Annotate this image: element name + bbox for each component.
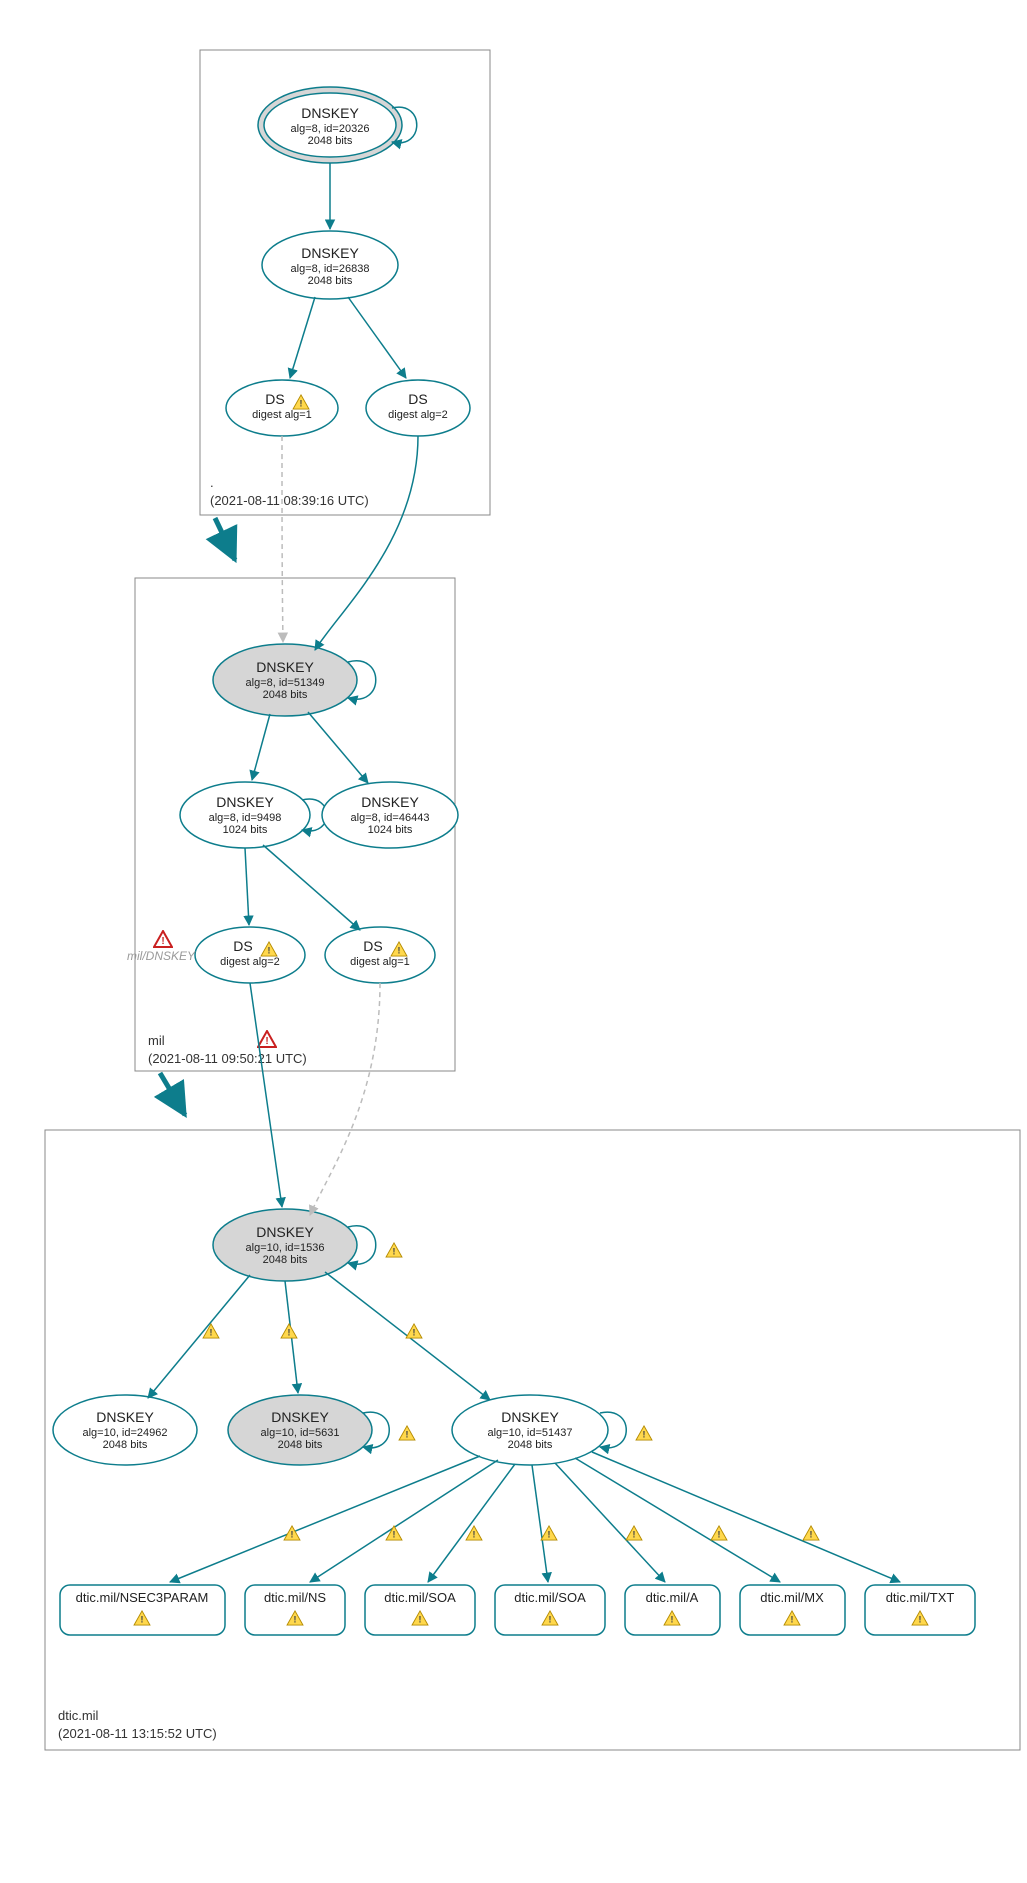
svg-text:2048 bits: 2048 bits	[308, 275, 353, 287]
mil-ksk-node: DNSKEY alg=8, id=51349 2048 bits	[213, 644, 357, 716]
dtic-k4-node: DNSKEY alg=10, id=51437 2048 bits	[452, 1395, 608, 1465]
zone-mil: mil (2021-08-11 09:50:21 UTC) DNSKEY alg…	[127, 436, 458, 1071]
svg-text:digest alg=2: digest alg=2	[388, 409, 448, 421]
svg-text:dtic.mil/SOA: dtic.mil/SOA	[514, 1590, 586, 1605]
zone-mil-time: (2021-08-11 09:50:21 UTC)	[148, 1051, 307, 1066]
zone-dtic-time: (2021-08-11 13:15:52 UTC)	[58, 1726, 217, 1741]
dtic-ksk-node: DNSKEY alg=10, id=1536 2048 bits	[213, 1209, 357, 1281]
warning-icon	[406, 1324, 422, 1338]
svg-text:DS: DS	[408, 391, 427, 407]
svg-text:alg=8, id=46443: alg=8, id=46443	[351, 812, 430, 824]
svg-text:alg=8, id=20326: alg=8, id=20326	[291, 123, 370, 135]
rr-a: dtic.mil/A	[625, 1585, 720, 1635]
svg-text:2048 bits: 2048 bits	[103, 1439, 148, 1451]
warning-icon	[636, 1426, 652, 1440]
svg-text:dtic.mil/MX: dtic.mil/MX	[760, 1590, 824, 1605]
rr-soa2: dtic.mil/SOA	[495, 1585, 605, 1635]
svg-text:2048 bits: 2048 bits	[508, 1439, 553, 1451]
zone-mil-label: mil	[148, 1033, 165, 1048]
warning-icon	[541, 1526, 557, 1540]
rr-soa1: dtic.mil/SOA	[365, 1585, 475, 1635]
svg-text:dtic.mil/SOA: dtic.mil/SOA	[384, 1590, 456, 1605]
root-zsk-node: DNSKEY alg=8, id=26838 2048 bits	[262, 231, 398, 299]
svg-text:2048 bits: 2048 bits	[263, 689, 308, 701]
svg-text:alg=10, id=51437: alg=10, id=51437	[487, 1427, 572, 1439]
svg-text:DNSKEY: DNSKEY	[216, 794, 274, 810]
mil-zsk1-node: DNSKEY alg=8, id=9498 1024 bits	[180, 782, 310, 848]
svg-text:digest alg=1: digest alg=1	[350, 956, 410, 968]
root-ds2-node: DS digest alg=2	[366, 380, 470, 436]
zone-root-time: (2021-08-11 08:39:16 UTC)	[210, 493, 369, 508]
rr-mx: dtic.mil/MX	[740, 1585, 845, 1635]
warning-icon	[626, 1526, 642, 1540]
svg-text:alg=8, id=9498: alg=8, id=9498	[209, 812, 282, 824]
svg-text:dtic.mil/A: dtic.mil/A	[646, 1590, 699, 1605]
dtic-k3-node: DNSKEY alg=10, id=5631 2048 bits	[228, 1395, 372, 1465]
svg-text:DS: DS	[265, 391, 284, 407]
svg-text:DNSKEY: DNSKEY	[96, 1409, 154, 1425]
warning-icon	[386, 1243, 402, 1257]
zone-root-label: .	[210, 475, 214, 490]
mil-ds1-node: DS digest alg=2	[195, 927, 305, 983]
root-ksk-node: DNSKEY alg=8, id=20326 2048 bits	[258, 87, 402, 163]
svg-text:digest alg=2: digest alg=2	[220, 956, 280, 968]
svg-text:alg=10, id=1536: alg=10, id=1536	[246, 1242, 325, 1254]
svg-text:DNSKEY: DNSKEY	[361, 794, 419, 810]
mil-dnskey-label: mil/DNSKEY	[127, 949, 196, 963]
dnssec-diagram: ! ! . (2021-08-11 08:39:16 UTC) DNSKEY a…	[20, 20, 1027, 1863]
warning-icon	[281, 1324, 297, 1338]
rr-ns: dtic.mil/NS	[245, 1585, 345, 1635]
svg-text:dtic.mil/TXT: dtic.mil/TXT	[886, 1590, 955, 1605]
svg-text:DNSKEY: DNSKEY	[256, 1224, 314, 1240]
mil-ds2-node: DS digest alg=1	[325, 927, 435, 983]
dtic-k2-node: DNSKEY alg=10, id=24962 2048 bits	[53, 1395, 197, 1465]
rr-nsec3param: dtic.mil/NSEC3PARAM	[60, 1585, 225, 1635]
svg-text:alg=10, id=24962: alg=10, id=24962	[82, 1427, 167, 1439]
svg-text:dtic.mil/NS: dtic.mil/NS	[264, 1590, 326, 1605]
warning-icon	[386, 1526, 402, 1540]
warning-icon	[399, 1426, 415, 1440]
error-icon	[258, 1031, 276, 1047]
svg-text:DNSKEY: DNSKEY	[271, 1409, 329, 1425]
svg-text:DNSKEY: DNSKEY	[501, 1409, 559, 1425]
zone-dtic-label: dtic.mil	[58, 1708, 99, 1723]
svg-text:DS: DS	[363, 938, 382, 954]
svg-text:2048 bits: 2048 bits	[308, 135, 353, 147]
svg-text:alg=8, id=51349: alg=8, id=51349	[246, 677, 325, 689]
mil-zsk2-node: DNSKEY alg=8, id=46443 1024 bits	[322, 782, 458, 848]
zone-root: . (2021-08-11 08:39:16 UTC) DNSKEY alg=8…	[200, 50, 490, 515]
svg-text:DS: DS	[233, 938, 252, 954]
error-icon	[154, 931, 172, 947]
svg-text:alg=8, id=26838: alg=8, id=26838	[291, 263, 370, 275]
svg-text:DNSKEY: DNSKEY	[301, 105, 359, 121]
svg-text:1024 bits: 1024 bits	[368, 824, 413, 836]
root-ds1-node: DS digest alg=1	[226, 380, 338, 436]
svg-text:alg=10, id=5631: alg=10, id=5631	[261, 1427, 340, 1439]
svg-text:2048 bits: 2048 bits	[263, 1254, 308, 1266]
svg-text:DNSKEY: DNSKEY	[256, 659, 314, 675]
svg-text:1024 bits: 1024 bits	[223, 824, 268, 836]
rr-txt: dtic.mil/TXT	[865, 1585, 975, 1635]
svg-text:digest alg=1: digest alg=1	[252, 409, 312, 421]
warning-icon	[284, 1526, 300, 1540]
zone-dtic: dtic.mil (2021-08-11 13:15:52 UTC) DNSKE…	[45, 983, 1020, 1750]
svg-text:DNSKEY: DNSKEY	[301, 245, 359, 261]
warning-icon	[711, 1526, 727, 1540]
svg-text:2048 bits: 2048 bits	[278, 1439, 323, 1451]
warning-icon	[203, 1324, 219, 1338]
svg-text:dtic.mil/NSEC3PARAM: dtic.mil/NSEC3PARAM	[76, 1590, 209, 1605]
warning-icon	[803, 1526, 819, 1540]
